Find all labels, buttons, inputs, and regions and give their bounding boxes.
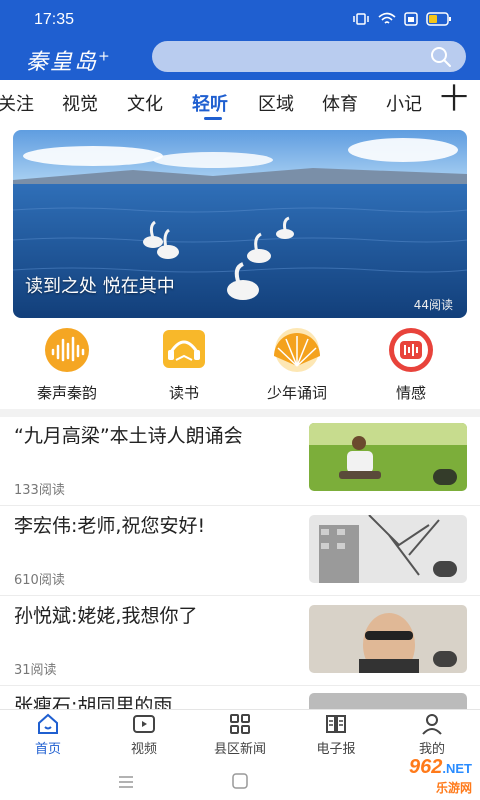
grid-icon [230, 714, 250, 734]
list-item[interactable]: 张瘦石:胡同里的雨 [0, 687, 480, 709]
vibrate-icon [353, 13, 369, 25]
category-tabs: 关注 视觉 文化 轻听 区域 体育 小记 十 [0, 80, 480, 126]
nav-epaper[interactable]: 电子报 [288, 712, 384, 757]
nav-label: 首页 [34, 742, 61, 757]
newspaper-icon [326, 715, 346, 733]
video-icon [133, 715, 155, 733]
tab-shijue[interactable]: 视觉 [62, 90, 98, 116]
tab-wenhua[interactable]: 文化 [127, 90, 163, 116]
nav-home[interactable]: 首页 [0, 712, 96, 757]
article-title[interactable]: 李宏伟:老师,祝您安好! [14, 513, 294, 540]
banner-title[interactable]: 读到之处 悦在其中 [25, 272, 175, 298]
book-headphone-icon [163, 330, 205, 368]
quick-categories: 秦声秦韵 读书 少年诵词 情感 [0, 322, 480, 408]
home-square-icon[interactable] [232, 773, 248, 789]
search-icon[interactable] [430, 46, 452, 68]
article-read-count: 610阅读 [14, 573, 65, 588]
article-thumbnail[interactable] [309, 605, 467, 673]
banner-read-count: 44阅读 [413, 298, 453, 312]
radio-icon [389, 328, 433, 372]
tab-quyu[interactable]: 区域 [258, 90, 294, 116]
nav-video[interactable]: 视频 [96, 712, 192, 757]
wifi-icon [378, 12, 396, 24]
status-time: 17:35 [34, 11, 75, 28]
article-title[interactable]: 孙悦斌:姥姥,我想你了 [14, 603, 294, 630]
home-icon [38, 713, 58, 734]
list-item[interactable]: 孙悦斌:姥姥,我想你了 31阅读 [0, 597, 480, 686]
app-header: 17:35 秦皇岛+ [0, 0, 480, 80]
section-divider [0, 409, 480, 417]
search-input[interactable] [166, 46, 426, 66]
article-list: “九月高梁”本土诗人朗诵会 133阅读 李宏伟:老师,祝您安好! 610阅读 孙… [0, 417, 480, 709]
quick-label: 情感 [395, 384, 426, 402]
tab-guanzhu[interactable]: 关注 [0, 90, 34, 116]
tab-xiaoji[interactable]: 小记 [386, 90, 422, 116]
search-bar[interactable] [152, 41, 466, 72]
sound-wave-icon [45, 328, 89, 372]
nav-label: 视频 [130, 742, 157, 757]
quick-item-qinsheng[interactable]: 秦声秦韵 [7, 322, 127, 403]
nav-county-news[interactable]: 县区新闻 [192, 712, 288, 757]
active-tab-indicator [204, 117, 222, 120]
watermark: 962.NET 乐游网 [409, 756, 472, 795]
nav-label: 县区新闻 [213, 742, 266, 757]
article-title[interactable]: 张瘦石:胡同里的雨 [14, 693, 294, 709]
quick-label: 秦声秦韵 [36, 384, 97, 402]
sim-icon [404, 12, 418, 26]
nav-profile[interactable]: 我的 [384, 712, 480, 757]
list-item[interactable]: 李宏伟:老师,祝您安好! 610阅读 [0, 507, 480, 596]
tab-qingting[interactable]: 轻听 [192, 90, 228, 116]
audio-badge-icon [433, 651, 457, 667]
article-thumbnail[interactable] [309, 423, 467, 491]
quick-label: 少年诵词 [266, 384, 327, 402]
article-thumbnail[interactable] [309, 515, 467, 583]
system-navigation-bar: 962.NET 乐游网 [0, 756, 480, 800]
profile-icon [422, 714, 442, 735]
fan-icon [274, 328, 320, 372]
article-thumbnail[interactable] [309, 693, 467, 709]
status-bar: 17:35 [0, 0, 480, 40]
list-item[interactable]: “九月高梁”本土诗人朗诵会 133阅读 [0, 417, 480, 506]
audio-badge-icon [433, 469, 457, 485]
quick-label: 读书 [168, 384, 199, 402]
nav-label: 我的 [418, 742, 445, 757]
banner-carousel[interactable]: 读到之处 悦在其中 44阅读 [13, 130, 467, 318]
article-read-count: 133阅读 [14, 483, 65, 498]
article-read-count: 31阅读 [14, 663, 57, 678]
battery-icon [426, 12, 451, 26]
status-icons [352, 12, 452, 26]
nav-label: 电子报 [316, 742, 356, 757]
article-title[interactable]: “九月高梁”本土诗人朗诵会 [14, 423, 294, 450]
quick-item-dushu[interactable]: 读书 [124, 322, 244, 403]
bottom-navigation: 首页 视频 县区新闻 电子报 我的 [0, 709, 480, 765]
quick-item-qinggan[interactable]: 情感 [351, 322, 471, 403]
add-tab-button[interactable]: 十 [440, 84, 468, 114]
audio-badge-icon [433, 561, 457, 577]
tab-tiyu[interactable]: 体育 [322, 90, 358, 116]
app-logo[interactable]: 秦皇岛+ [26, 44, 112, 76]
menu-icon[interactable] [118, 775, 134, 789]
quick-item-shaonian[interactable]: 少年诵词 [237, 322, 357, 403]
